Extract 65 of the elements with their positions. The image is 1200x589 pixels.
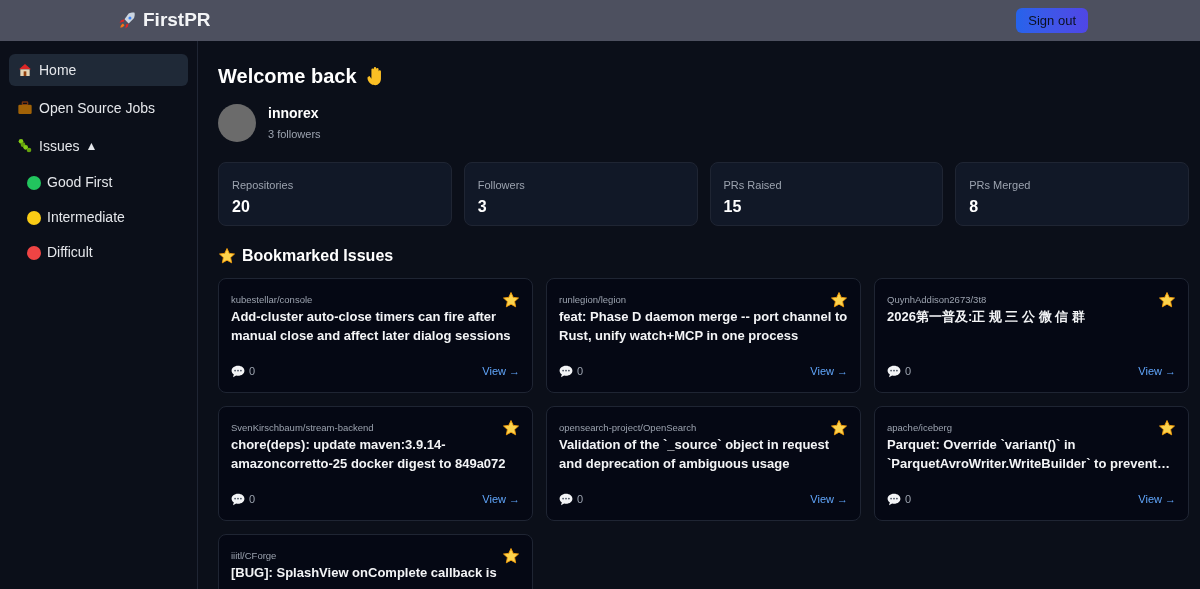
comment-count: 0 [577, 492, 584, 507]
sidebar-item[interactable]: Open Source Jobs [9, 92, 188, 124]
welcome-heading: Welcome back [218, 64, 357, 89]
expand-toggle[interactable]: ▲ [85, 137, 98, 155]
briefcase-icon [17, 100, 33, 116]
stat-label: Followers [477, 177, 526, 193]
app-logo[interactable]: FirstPR [143, 6, 211, 35]
sidebar-subitem[interactable]: Good First [19, 168, 188, 197]
view-link[interactable]: View → [482, 491, 520, 508]
rocket-icon [117, 10, 137, 31]
comment-count: 0 [577, 364, 584, 379]
comment-count: 0 [905, 492, 912, 507]
stat-label: PRs Raised [723, 177, 783, 193]
star-icon[interactable] [502, 290, 520, 309]
caterpillar-icon [17, 138, 33, 154]
star-icon[interactable] [218, 246, 236, 265]
stat-value: 20 [232, 197, 251, 217]
view-link[interactable]: View → [1138, 491, 1176, 508]
stat-label: PRs Merged [969, 177, 1032, 193]
repo-name: kubestellar/console [231, 292, 313, 307]
follower-count: 3 followers [268, 127, 321, 142]
star-icon[interactable] [1158, 418, 1176, 437]
stat-label: Repositories [232, 177, 295, 193]
view-link[interactable]: View → [482, 363, 520, 380]
issue-title: 2026第一普及:正 规 三 公 微 信 群 [887, 307, 1086, 326]
stat-value: 15 [723, 197, 743, 217]
speech-bubble-icon [231, 364, 245, 378]
issue-title: chore(deps): update maven:3.9.14-amazoncorretto-25 docker digest to 849a072 [231, 435, 507, 473]
issue-title: Add-cluster auto-close timers can fire after manual close and affect later dialog sessions [231, 307, 512, 345]
comment-count: 0 [905, 364, 912, 379]
speech-bubble-icon [559, 492, 573, 506]
speech-bubble-icon [559, 364, 573, 378]
star-icon[interactable] [1158, 290, 1176, 309]
username: innorex [268, 104, 320, 123]
star-icon[interactable] [830, 290, 848, 309]
issue-title: feat: Phase D daemon merge -- port channel to Rust, unify watch+MCP in one process [559, 307, 848, 345]
section-heading: Bookmarked Issues [242, 245, 394, 266]
repo-name: QuynhAddison2673/3t8 [887, 292, 987, 307]
view-link[interactable]: View → [810, 363, 848, 380]
sidebar-item[interactable]: Home [9, 54, 188, 86]
comment-count: 0 [249, 492, 256, 507]
star-icon[interactable] [502, 418, 520, 437]
repo-name: iiitl/CForge [231, 548, 277, 563]
view-link[interactable]: View → [810, 491, 848, 508]
house-icon [17, 62, 33, 78]
sidebar-subitem[interactable]: Difficult [19, 238, 188, 267]
avatar [218, 103, 256, 142]
speech-bubble-icon [887, 492, 901, 506]
comment-count: 0 [249, 364, 256, 379]
repo-name: apache/iceberg [887, 420, 952, 435]
speech-bubble-icon [887, 364, 901, 378]
repo-name: opensearch-project/OpenSearch [559, 420, 697, 435]
stat-value: 8 [969, 197, 980, 217]
repo-name: SvenKirschbaum/stream-backend [231, 420, 374, 435]
sidebar-subitem[interactable]: Intermediate [19, 203, 188, 232]
issue-title: [BUG]: SplashView onComplete callback is [231, 563, 498, 582]
issue-title: Validation of the `_source` object in request and deprecation of ambiguous usage [559, 435, 831, 473]
issue-title: Parquet: Override `variant()` in `ParquetAvroWriter.WriteBuilder` to prevent… [887, 435, 1171, 473]
star-icon[interactable] [830, 418, 848, 437]
speech-bubble-icon [231, 492, 245, 506]
view-link[interactable]: View → [1138, 363, 1176, 380]
repo-name: runlegion/legion [559, 292, 627, 307]
sidebar-item[interactable]: Issues ▲ [9, 130, 188, 162]
star-icon[interactable] [502, 546, 520, 565]
stat-value: 3 [477, 197, 488, 217]
